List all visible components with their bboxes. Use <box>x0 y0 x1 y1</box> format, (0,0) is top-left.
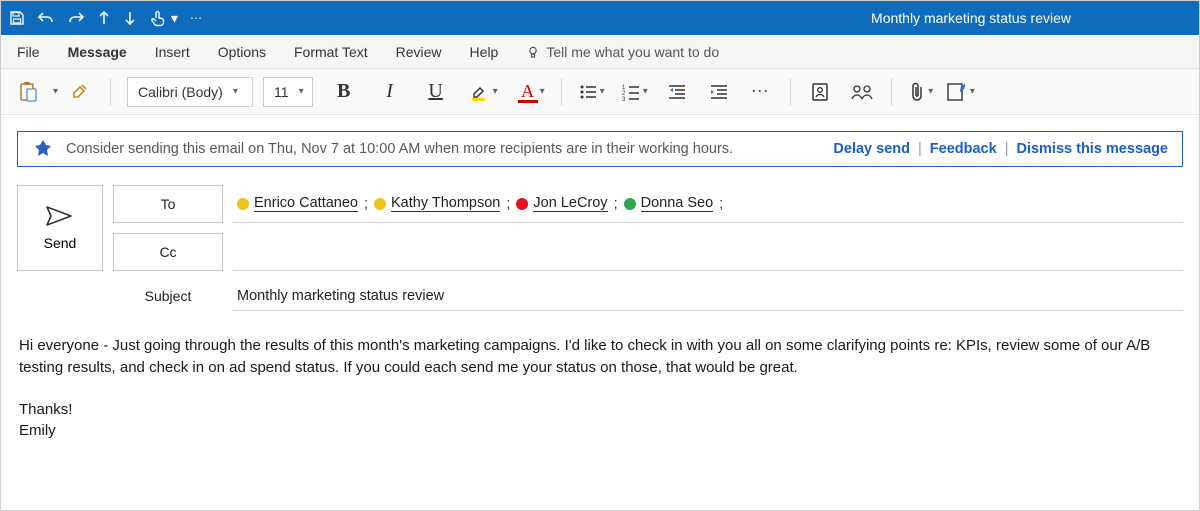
underline-button[interactable]: U <box>423 79 449 105</box>
subject-label: Subject <box>113 281 223 311</box>
send-label: Send <box>44 235 77 251</box>
recipient-chip[interactable]: Enrico Cattaneo <box>237 195 358 212</box>
svg-text:3: 3 <box>622 97 626 102</box>
numbering-button[interactable]: 123 ▾ <box>621 79 648 105</box>
message-body[interactable]: Hi everyone - Just going through the res… <box>1 311 1199 460</box>
dismiss-link[interactable]: Dismiss this message <box>1016 141 1168 157</box>
separator: ; <box>364 196 368 212</box>
address-book-button[interactable] <box>807 79 833 105</box>
increase-indent-button[interactable] <box>706 79 732 105</box>
arrow-up-icon[interactable] <box>97 10 111 26</box>
save-icon[interactable] <box>9 10 25 26</box>
body-signature: Emily <box>19 420 1183 442</box>
chevron-down-icon: ▾ <box>233 86 238 97</box>
bold-button[interactable]: B <box>331 79 357 105</box>
separator: | <box>1005 141 1009 157</box>
delay-send-link[interactable]: Delay send <box>833 141 910 157</box>
recipient-name: Donna Seo <box>641 195 714 212</box>
attach-file-button[interactable]: ▾ <box>908 79 934 105</box>
separator: ; <box>719 196 723 212</box>
recipient-chip[interactable]: Kathy Thompson <box>374 195 500 212</box>
to-field[interactable]: Enrico Cattaneo; Kathy Thompson; Jon LeC… <box>233 185 1183 223</box>
tab-options[interactable]: Options <box>218 44 266 60</box>
separator: ; <box>614 196 618 212</box>
separator: | <box>918 141 922 157</box>
recipient-name: Enrico Cattaneo <box>254 195 358 212</box>
presence-icon <box>624 198 636 210</box>
presence-icon <box>516 198 528 210</box>
body-paragraph: Hi everyone - Just going through the res… <box>19 335 1183 379</box>
font-name-value: Calibri (Body) <box>138 84 223 100</box>
recipient-chip[interactable]: Jon LeCroy <box>516 195 607 212</box>
recipient-name: Jon LeCroy <box>533 195 607 212</box>
font-color-button[interactable]: A ▾ <box>518 79 545 105</box>
tab-insert[interactable]: Insert <box>155 44 190 60</box>
tell-me-search[interactable]: Tell me what you want to do <box>526 44 719 60</box>
tab-message[interactable]: Message <box>68 44 127 60</box>
infobar-message: Consider sending this email on Thu, Nov … <box>66 141 821 157</box>
paste-menu-chevron[interactable]: ▾ <box>53 86 58 97</box>
separator: ; <box>506 196 510 212</box>
chevron-down-icon: ▾ <box>299 86 304 97</box>
touch-mode-icon[interactable]: ▾ <box>149 9 178 27</box>
signature-button[interactable]: ▾ <box>946 79 975 105</box>
italic-button[interactable]: I <box>377 79 403 105</box>
presence-icon <box>374 198 386 210</box>
check-names-button[interactable] <box>849 79 875 105</box>
cc-button[interactable]: Cc <box>113 233 223 271</box>
qat-overflow-icon[interactable]: ⋯ <box>190 11 203 25</box>
recipient-chip[interactable]: Donna Seo <box>624 195 714 212</box>
undo-icon[interactable] <box>37 10 55 26</box>
recipient-name: Kathy Thompson <box>391 195 500 212</box>
presence-icon <box>237 198 249 210</box>
arrow-down-icon[interactable] <box>123 10 137 26</box>
cc-field[interactable] <box>233 233 1183 271</box>
format-painter-button[interactable] <box>68 79 94 105</box>
tab-file[interactable]: File <box>17 44 40 60</box>
tab-format-text[interactable]: Format Text <box>294 44 368 60</box>
decrease-indent-button[interactable] <box>664 79 690 105</box>
bullets-button[interactable]: ▾ <box>578 79 605 105</box>
font-size-value: 11 <box>274 84 289 100</box>
tab-review[interactable]: Review <box>396 44 442 60</box>
body-paragraph: Thanks! <box>19 399 1183 421</box>
to-button[interactable]: To <box>113 185 223 223</box>
feedback-link[interactable]: Feedback <box>930 141 997 157</box>
tab-help[interactable]: Help <box>470 44 499 60</box>
subject-field[interactable]: Monthly marketing status review <box>233 281 1183 311</box>
font-name-select[interactable]: Calibri (Body) ▾ <box>127 77 253 107</box>
window-title: Monthly marketing status review <box>871 10 1071 26</box>
insights-icon <box>32 138 54 160</box>
redo-icon[interactable] <box>67 10 85 26</box>
tell-me-label: Tell me what you want to do <box>546 44 719 60</box>
insights-infobar: Consider sending this email on Thu, Nov … <box>17 131 1183 167</box>
font-size-select[interactable]: 11 ▾ <box>263 77 313 107</box>
ribbon-overflow-button[interactable]: ⋯ <box>748 79 774 105</box>
paste-button[interactable] <box>15 79 41 105</box>
highlight-button[interactable]: ▾ <box>469 79 498 105</box>
send-button[interactable]: Send <box>17 185 103 271</box>
